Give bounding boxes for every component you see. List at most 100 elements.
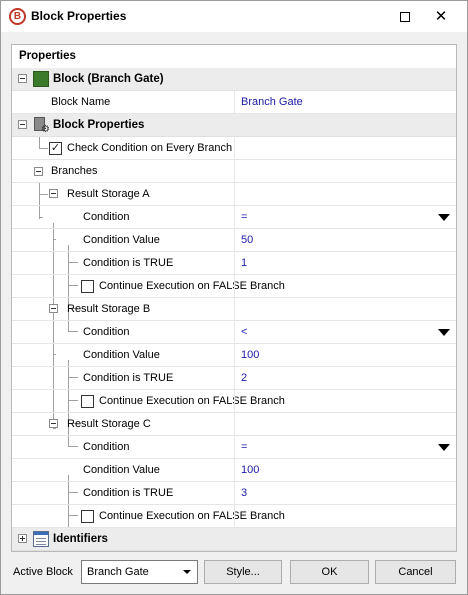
column-divider [234,229,235,251]
category-label: Block Properties [53,119,145,131]
column-divider [234,482,235,504]
chevron-down-icon [183,570,191,574]
column-divider [234,91,235,113]
property-row-branch[interactable]: Result Storage B [12,298,456,321]
close-icon: ✕ [434,8,448,25]
property-label: Continue Execution on FALSE Branch [99,510,285,522]
property-row-condition-value[interactable]: Condition Value 100 [12,344,456,367]
continue-false-checkbox[interactable] [81,280,94,293]
property-row-check-condition[interactable]: ✓ Check Condition on Every Branch [12,137,456,160]
column-divider [234,206,235,228]
condition-value[interactable]: < [241,321,247,343]
maximize-button[interactable] [389,1,421,32]
condition-is-true-value[interactable]: 3 [241,482,247,504]
category-label: Identifiers [53,533,108,545]
property-row-branch[interactable]: Result Storage C [12,413,456,436]
identifiers-icon [33,531,49,547]
cancel-button[interactable]: Cancel [375,560,456,584]
category-block-properties[interactable]: ⚙ Block Properties [12,114,456,137]
column-divider [234,367,235,389]
branch-label: Result Storage A [67,188,150,200]
collapse-icon[interactable] [49,304,58,313]
block-icon [33,71,49,87]
condition-is-true-value[interactable]: 1 [241,252,247,274]
property-label: Condition Value [83,349,160,361]
condition-is-true-value[interactable]: 2 [241,367,247,389]
category-identifiers[interactable]: Identifiers [12,528,456,551]
property-label: Condition Value [83,234,160,246]
property-row-continue-false[interactable]: Continue Execution on FALSE Branch [12,390,456,413]
column-divider [234,252,235,274]
property-row-branches[interactable]: Branches [12,160,456,183]
collapse-icon[interactable] [34,167,43,176]
category-block[interactable]: Block (Branch Gate) [12,68,456,91]
column-divider [234,298,235,320]
property-label: Check Condition on Every Branch [67,142,233,154]
condition-value[interactable]: = [241,206,247,228]
block-properties-window: B Block Properties ✕ Properties Block (B… [0,0,468,595]
continue-false-checkbox[interactable] [81,395,94,408]
property-label: Condition is TRUE [83,487,174,499]
property-row-condition-value[interactable]: Condition Value 100 [12,459,456,482]
column-divider [234,390,235,412]
column-divider [234,160,235,182]
property-row-continue-false[interactable]: Continue Execution on FALSE Branch [12,505,456,528]
column-divider [234,275,235,297]
property-label: Condition [83,326,130,338]
property-row-condition-is-true[interactable]: Condition is TRUE 2 [12,367,456,390]
dropdown-arrow-icon[interactable] [438,214,450,221]
collapse-icon[interactable] [49,419,58,428]
active-block-value: Branch Gate [87,566,149,578]
branch-label: Result Storage C [67,418,151,430]
collapse-icon[interactable] [49,189,58,198]
property-row-continue-false[interactable]: Continue Execution on FALSE Branch [12,275,456,298]
column-divider [234,321,235,343]
property-label: Condition [83,441,130,453]
expand-icon[interactable] [18,534,27,543]
block-name-value[interactable]: Branch Gate [241,91,303,113]
column-divider [234,413,235,435]
column-divider [234,183,235,205]
property-grid: Properties Block (Branch Gate) Block Nam… [11,44,457,552]
category-label: Block (Branch Gate) [53,73,164,85]
continue-false-checkbox[interactable] [81,510,94,523]
active-block-select[interactable]: Branch Gate [81,560,198,584]
close-button[interactable]: ✕ [425,1,457,32]
window-title: Block Properties [31,9,127,23]
maximize-icon [400,12,410,22]
property-label: Condition [83,211,130,223]
property-row-condition-is-true[interactable]: Condition is TRUE 3 [12,482,456,505]
property-row-branch[interactable]: Result Storage A [12,183,456,206]
property-label: Block Name [51,96,111,108]
property-row-condition-is-true[interactable]: Condition is TRUE 1 [12,252,456,275]
property-label: Condition is TRUE [83,257,174,269]
property-row-condition[interactable]: Condition = [12,436,456,459]
collapse-icon[interactable] [18,120,27,129]
condition-value[interactable]: = [241,436,247,458]
check-condition-checkbox[interactable]: ✓ [49,142,62,155]
dropdown-arrow-icon[interactable] [438,444,450,451]
condition-value-value[interactable]: 50 [241,229,253,251]
title-bar: B Block Properties ✕ [1,1,467,32]
properties-gear-icon: ⚙ [33,117,50,135]
collapse-icon[interactable] [18,74,27,83]
property-label: Branches [51,165,98,177]
ok-button[interactable]: OK [290,560,369,584]
property-grid-header: Properties [12,45,456,67]
property-row-condition[interactable]: Condition < [12,321,456,344]
property-label: Continue Execution on FALSE Branch [99,395,285,407]
property-row-block-name[interactable]: Block Name Branch Gate [12,91,456,114]
property-row-condition[interactable]: Condition = [12,206,456,229]
column-divider [234,459,235,481]
condition-value-value[interactable]: 100 [241,459,259,481]
condition-value-value[interactable]: 100 [241,344,259,366]
column-divider [234,505,235,527]
active-block-label: Active Block [13,566,73,578]
column-divider [234,344,235,366]
app-logo-icon: B [9,8,26,25]
dropdown-arrow-icon[interactable] [438,329,450,336]
property-label: Continue Execution on FALSE Branch [99,280,285,292]
property-label: Condition Value [83,464,160,476]
property-row-condition-value[interactable]: Condition Value 50 [12,229,456,252]
style-button[interactable]: Style... [204,560,282,584]
